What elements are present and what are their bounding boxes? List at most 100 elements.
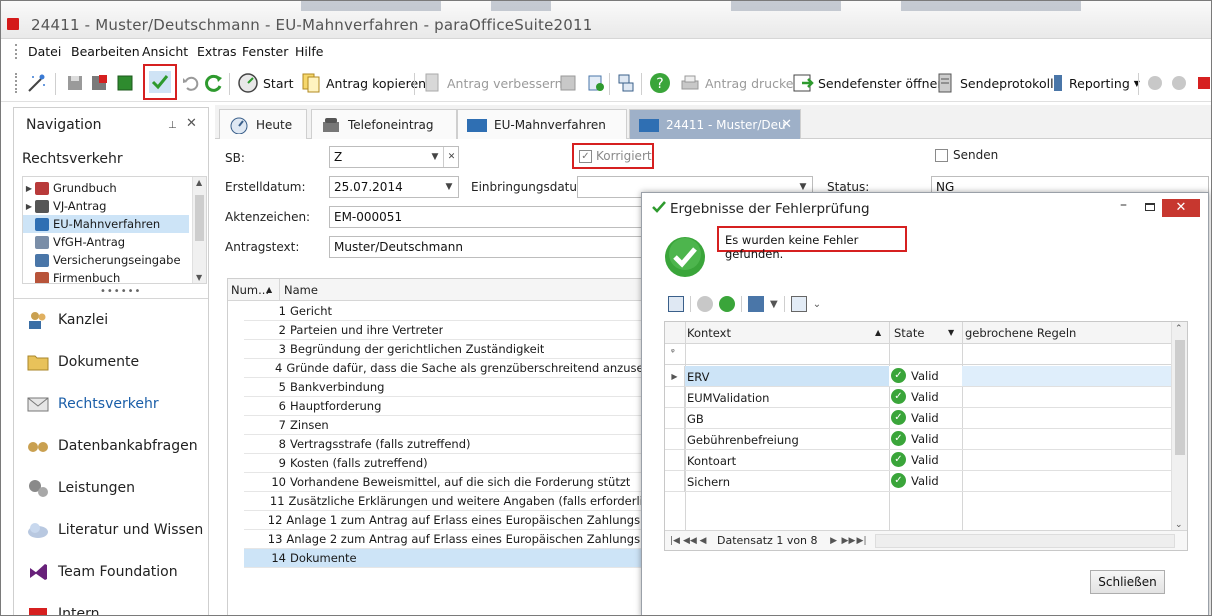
tree-scrollbar[interactable]: ▲ ▼ bbox=[192, 177, 206, 283]
next-record-button[interactable]: ▶ bbox=[828, 536, 840, 546]
table-row[interactable]: 8 Vertragsstrafe (falls zutreffend) bbox=[244, 435, 646, 454]
check-button[interactable] bbox=[143, 64, 177, 100]
print-icon[interactable] bbox=[748, 296, 764, 312]
close-record-button[interactable] bbox=[1193, 70, 1211, 96]
table-row[interactable]: 2 Parteien und ihre Vertreter bbox=[244, 321, 646, 340]
last-record-button[interactable]: ▶| bbox=[856, 536, 868, 546]
table-row[interactable]: 10 Vorhandene Beweismittel, auf die sich … bbox=[244, 473, 646, 492]
nav-button-team-foundation[interactable]: Team Foundation bbox=[26, 558, 206, 586]
tab-24411[interactable]: 24411 - Muster/Deu ✕ bbox=[629, 109, 801, 139]
start-button[interactable]: Start bbox=[237, 70, 294, 96]
tree-item-firmenbuch[interactable]: Firmenbuch bbox=[23, 269, 189, 283]
maximize-button[interactable] bbox=[1145, 203, 1155, 211]
sendeprotokoll-button[interactable]: Sendeprotokoll bbox=[934, 70, 1054, 96]
chevron-down-icon[interactable]: ▼ bbox=[441, 177, 457, 197]
result-row[interactable]: Kontoart ✓ Valid bbox=[665, 450, 1171, 471]
aktenzeichen-input[interactable]: EM-000051 bbox=[329, 206, 649, 228]
tab-close-icon[interactable]: ✕ bbox=[781, 117, 792, 132]
menu-fenster[interactable]: Fenster bbox=[242, 44, 288, 59]
tree-item-eu-mahnverfahren[interactable]: EU-Mahnverfahren bbox=[23, 215, 189, 233]
menu-extras[interactable]: Extras bbox=[197, 44, 237, 59]
nav-button-leistungen[interactable]: Leistungen bbox=[26, 474, 206, 502]
result-row[interactable]: Sichern ✓ Valid bbox=[665, 471, 1171, 492]
nav-up-button[interactable] bbox=[1144, 70, 1170, 96]
table-row[interactable]: 3 Begründung der gerichtlichen Zuständigk… bbox=[244, 340, 646, 359]
network-button[interactable] bbox=[615, 70, 641, 96]
tab-heute[interactable]: Heute bbox=[219, 109, 307, 139]
chevron-down-icon[interactable]: ▼ bbox=[770, 299, 778, 310]
menu-hilfe[interactable]: Hilfe bbox=[295, 44, 323, 59]
table-row[interactable]: 4 Gründe dafür, dass die Sache als grenzü… bbox=[244, 359, 646, 378]
table-row[interactable]: 12 Anlage 1 zum Antrag auf Erlass eines E… bbox=[244, 511, 646, 530]
add-list-button[interactable] bbox=[585, 70, 611, 96]
table-row[interactable]: 5 Bankverbindung bbox=[244, 378, 646, 397]
column-header-kontext[interactable]: Kontext bbox=[687, 326, 731, 340]
menu-datei[interactable]: Datei bbox=[28, 44, 61, 59]
clear-icon[interactable]: ✕ bbox=[443, 147, 459, 167]
circle-up-icon[interactable] bbox=[697, 296, 713, 312]
first-record-button[interactable]: |◀ bbox=[669, 536, 681, 546]
network-icon[interactable] bbox=[668, 296, 684, 312]
results-scrollbar[interactable]: ⌃ ⌄ bbox=[1171, 322, 1187, 532]
table-row[interactable]: 11 Zusätzliche Erklärungen und weitere An… bbox=[244, 492, 646, 511]
undo-button[interactable] bbox=[179, 70, 205, 96]
column-header-name[interactable]: Name bbox=[284, 283, 318, 297]
nav-button-intern[interactable]: Intern bbox=[26, 600, 206, 615]
nav-button-rechtsverkehr[interactable]: Rechtsverkehr bbox=[26, 390, 206, 418]
close-icon[interactable]: ✕ bbox=[186, 116, 197, 131]
prev-record-button[interactable]: ◀ bbox=[697, 536, 709, 546]
nav-button-dokumente[interactable]: Dokumente bbox=[26, 348, 206, 376]
column-header-num[interactable]: Num... bbox=[231, 283, 269, 297]
download-icon[interactable] bbox=[719, 296, 735, 312]
erstelldatum-input[interactable]: 25.07.2014 bbox=[329, 176, 459, 198]
tree-item-grundbuch[interactable]: ▶ Grundbuch bbox=[23, 179, 189, 197]
schliessen-button[interactable]: Schließen bbox=[1090, 570, 1165, 594]
antragstext-input[interactable]: Muster/Deutschmann bbox=[329, 236, 649, 258]
stack-button[interactable] bbox=[557, 70, 583, 96]
table-row[interactable]: 7 Zinsen bbox=[244, 416, 646, 435]
new-button[interactable] bbox=[114, 70, 140, 96]
expand-icon[interactable]: ▶ bbox=[23, 184, 35, 193]
help-button[interactable]: ? bbox=[649, 70, 675, 96]
refresh-button[interactable] bbox=[203, 70, 229, 96]
antrag-drucken-button[interactable]: Antrag drucken bbox=[679, 70, 801, 96]
close-button[interactable]: ✕ bbox=[1162, 199, 1200, 217]
sendefenster-button[interactable]: Sendefenster öffnen bbox=[792, 70, 945, 96]
result-row[interactable]: EUMValidation ✓ Valid bbox=[665, 387, 1171, 408]
save-button[interactable] bbox=[64, 70, 90, 96]
table-row[interactable]: 9 Kosten (falls zutreffend) bbox=[244, 454, 646, 473]
tree-item-versicherungseingabe[interactable]: Versicherungseingabe bbox=[23, 251, 189, 269]
next-page-button[interactable]: ▶▶ bbox=[842, 536, 856, 546]
filter-row[interactable]: ᵠ bbox=[665, 345, 1171, 365]
nav-down-button[interactable] bbox=[1168, 70, 1194, 96]
nav-button-literatur[interactable]: Literatur und Wissen bbox=[26, 516, 206, 544]
result-row[interactable]: ▶ ERV ✓ Valid bbox=[665, 366, 1171, 387]
column-header-regeln[interactable]: gebrochene Regeln bbox=[965, 326, 1076, 340]
result-row[interactable]: Gebührenbefreiung ✓ Valid bbox=[665, 429, 1171, 450]
tree-item-vfgh-antrag[interactable]: VfGH-Antrag bbox=[23, 233, 189, 251]
antrag-kopieren-button[interactable]: Antrag kopieren bbox=[300, 70, 426, 96]
nav-button-kanzlei[interactable]: Kanzlei bbox=[26, 306, 206, 334]
chevron-down-icon[interactable]: ▼ bbox=[427, 147, 443, 167]
filter-icon[interactable]: ▼ bbox=[948, 328, 954, 337]
menu-bearbeiten[interactable]: Bearbeiten bbox=[71, 44, 140, 59]
tree-item-vj-antrag[interactable]: ▶ VJ-Antrag bbox=[23, 197, 189, 215]
table-row[interactable]: 6 Hauptforderung bbox=[244, 397, 646, 416]
wizard-button[interactable] bbox=[25, 70, 51, 96]
table-row[interactable]: 13 Anlage 2 zum Antrag auf Erlass eines E… bbox=[244, 530, 646, 549]
pin-icon[interactable]: ⊥ bbox=[168, 120, 177, 131]
save-close-button[interactable] bbox=[88, 70, 114, 96]
minimize-button[interactable]: – bbox=[1120, 197, 1127, 213]
prev-page-button[interactable]: ◀◀ bbox=[683, 536, 697, 546]
search-icon[interactable] bbox=[790, 296, 807, 312]
splitter-handle[interactable]: •••••• bbox=[100, 286, 141, 297]
column-header-state[interactable]: State bbox=[894, 326, 924, 340]
chevron-down-icon[interactable]: ⌄ bbox=[813, 299, 821, 310]
senden-checkbox[interactable] bbox=[935, 149, 948, 162]
menu-ansicht[interactable]: Ansicht bbox=[142, 44, 188, 59]
tab-telefoneintrag[interactable]: Telefoneintrag bbox=[311, 109, 457, 139]
result-row[interactable]: GB ✓ Valid bbox=[665, 408, 1171, 429]
korrigiert-checkbox[interactable]: ✓ bbox=[579, 150, 592, 163]
horizontal-scrollbar[interactable] bbox=[874, 533, 1175, 548]
antrag-verbessern-button[interactable]: Antrag verbessern ▼ bbox=[421, 70, 573, 96]
